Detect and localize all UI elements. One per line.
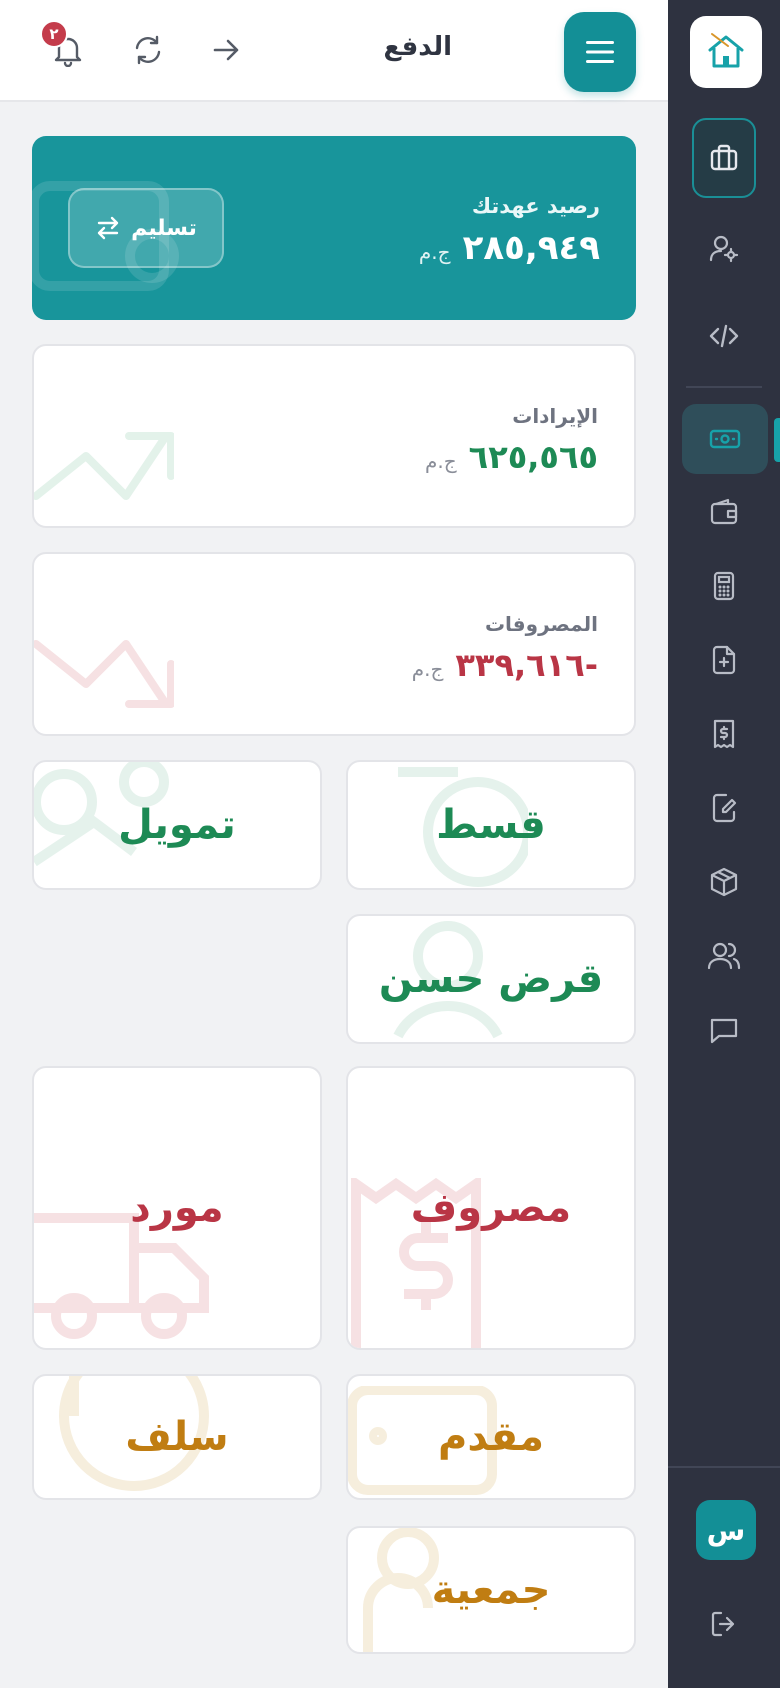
supplier-tile[interactable]: مورد <box>32 1066 322 1350</box>
active-indicator <box>774 418 780 462</box>
expenses-card[interactable]: المصروفات -٣٣٩,٦١٦ ج.م <box>32 552 636 736</box>
sidebar-item-logout[interactable] <box>692 1592 756 1656</box>
expenses-label: المصروفات <box>484 612 598 636</box>
advances-tile[interactable]: سلف <box>32 1374 322 1500</box>
chat-icon <box>710 1018 738 1044</box>
receipt-dollar-icon <box>713 719 735 749</box>
sidebar-divider <box>686 386 762 388</box>
revenue-label: الإيرادات <box>512 404 598 428</box>
advances-label: سلف <box>125 1414 229 1460</box>
box-icon <box>710 867 738 897</box>
sidebar-item-messages[interactable] <box>692 998 756 1062</box>
forward-arrow-icon[interactable] <box>206 30 246 70</box>
balance-value: ٢٨٥,٩٤٩ ج.م <box>419 228 600 268</box>
calculator-icon <box>713 571 735 601</box>
association-tile[interactable]: جمعية <box>346 1526 636 1654</box>
sidebar: س <box>668 0 780 1688</box>
sidebar-item-edit-document[interactable] <box>692 776 756 840</box>
revenue-value: ٦٢٥,٥٦٥ ج.م <box>425 438 598 476</box>
expense-tile[interactable]: مصروف <box>346 1066 636 1350</box>
sidebar-item-user-settings[interactable] <box>692 216 756 280</box>
sidebar-item-receipt[interactable] <box>692 702 756 766</box>
users-icon <box>707 942 741 970</box>
wallet-icon <box>710 498 738 525</box>
expenses-value: -٣٣٩,٦١٦ ج.م <box>412 646 598 684</box>
sidebar-item-package[interactable] <box>692 850 756 914</box>
expenses-currency: ج.م <box>411 657 444 681</box>
sidebar-item-code[interactable] <box>692 304 756 368</box>
sidebar-item-payments[interactable] <box>682 404 768 474</box>
supplier-label: مورد <box>130 1185 224 1231</box>
revenue-currency: ج.م <box>425 449 457 473</box>
logout-icon <box>711 1611 735 1637</box>
revenue-amount: ٦٢٥,٥٦٥ <box>468 438 598 476</box>
financing-label: تمويل <box>118 802 236 848</box>
expenses-amount: -٣٣٩,٦١٦ <box>455 646 598 684</box>
sidebar-item-wallet[interactable] <box>692 480 756 544</box>
down-payment-label: مقدم <box>438 1414 544 1460</box>
menu-button[interactable] <box>564 12 636 92</box>
sidebar-item-calculator[interactable] <box>692 554 756 618</box>
balance-currency: ج.م <box>418 240 451 264</box>
trend-up-watermark-icon <box>34 432 174 500</box>
expense-label: مصروف <box>410 1185 572 1231</box>
sidebar-divider-bottom <box>668 1466 780 1468</box>
financing-tile[interactable]: تمويل <box>32 760 322 890</box>
installment-tile[interactable]: قسط <box>346 760 636 890</box>
down-payment-tile[interactable]: مقدم <box>346 1374 636 1500</box>
balance-label: رصيد عهدتك <box>471 194 600 218</box>
installment-label: قسط <box>436 802 546 848</box>
sidebar-item-briefcase[interactable] <box>692 118 756 198</box>
top-header: الدفع ٢ <box>0 0 668 102</box>
file-plus-icon <box>712 645 736 675</box>
trend-down-watermark-icon <box>34 640 174 708</box>
file-edit-icon <box>712 793 737 823</box>
sidebar-item-new-document[interactable] <box>692 628 756 692</box>
wallet-watermark-icon <box>32 181 179 291</box>
refresh-icon[interactable] <box>128 30 168 70</box>
user-gear-icon <box>709 235 739 263</box>
hamburger-icon <box>586 41 614 63</box>
good-loan-tile[interactable]: قرض حسن <box>346 914 636 1044</box>
money-icon <box>709 429 741 449</box>
app-logo[interactable] <box>690 16 762 88</box>
balance-amount: ٢٨٥,٩٤٩ <box>462 228 600 268</box>
revenue-card[interactable]: الإيرادات ٦٢٥,٥٦٥ ج.م <box>32 344 636 528</box>
notification-badge: ٢ <box>40 20 68 48</box>
association-label: جمعية <box>431 1567 551 1613</box>
custody-balance-card: رصيد عهدتك ٢٨٥,٩٤٩ ج.م تسليم <box>32 136 636 320</box>
good-loan-label: قرض حسن <box>378 956 604 1002</box>
house-logo-icon <box>708 33 744 68</box>
sidebar-item-users[interactable] <box>692 924 756 988</box>
page-title: الدفع <box>383 32 452 62</box>
code-icon <box>709 324 739 348</box>
briefcase-icon <box>710 144 738 171</box>
user-avatar[interactable]: س <box>696 1500 756 1560</box>
